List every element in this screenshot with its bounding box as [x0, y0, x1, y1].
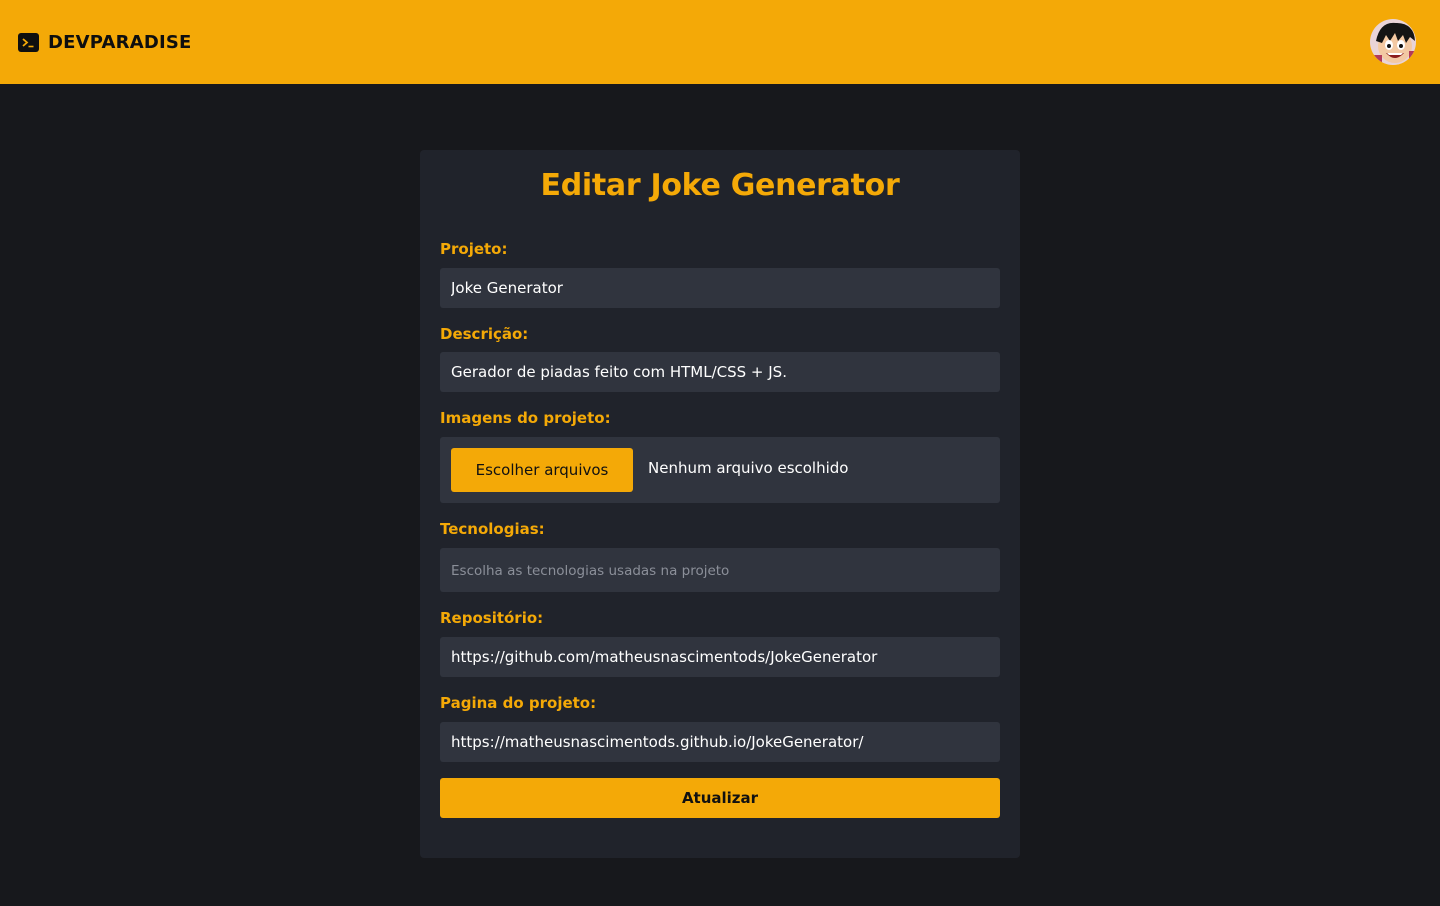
choose-files-button[interactable]: Escolher arquivos — [451, 448, 633, 492]
description-label: Descrição: — [440, 325, 529, 343]
page-title: Editar Joke Generator — [540, 168, 900, 203]
technologies-label: Tecnologias: — [440, 520, 545, 538]
file-upload-field: Escolher arquivos Nenhum arquivo escolhi… — [440, 437, 1000, 503]
file-status-text: Nenhum arquivo escolhido — [648, 459, 849, 477]
repository-label: Repositório: — [440, 609, 544, 627]
update-button[interactable]: Atualizar — [440, 778, 1000, 818]
project-page-input[interactable] — [440, 722, 1000, 762]
images-label: Imagens do projeto: — [440, 409, 611, 427]
project-page-label: Pagina do projeto: — [440, 694, 597, 712]
technologies-input[interactable] — [440, 548, 1000, 592]
avatar-image — [1370, 19, 1416, 65]
repository-input[interactable] — [440, 637, 1000, 677]
brand-logo[interactable]: DEVPARADISE — [18, 31, 192, 53]
brand-name: DEVPARADISE — [48, 31, 192, 53]
project-label: Projeto: — [440, 240, 508, 258]
terminal-icon — [18, 32, 39, 52]
edit-project-card: Editar Joke Generator Projeto: Descrição… — [420, 150, 1020, 858]
top-navbar: DEVPARADISE — [0, 0, 1440, 84]
description-input[interactable] — [440, 352, 1000, 392]
project-name-input[interactable] — [440, 268, 1000, 308]
user-avatar[interactable] — [1368, 17, 1418, 67]
